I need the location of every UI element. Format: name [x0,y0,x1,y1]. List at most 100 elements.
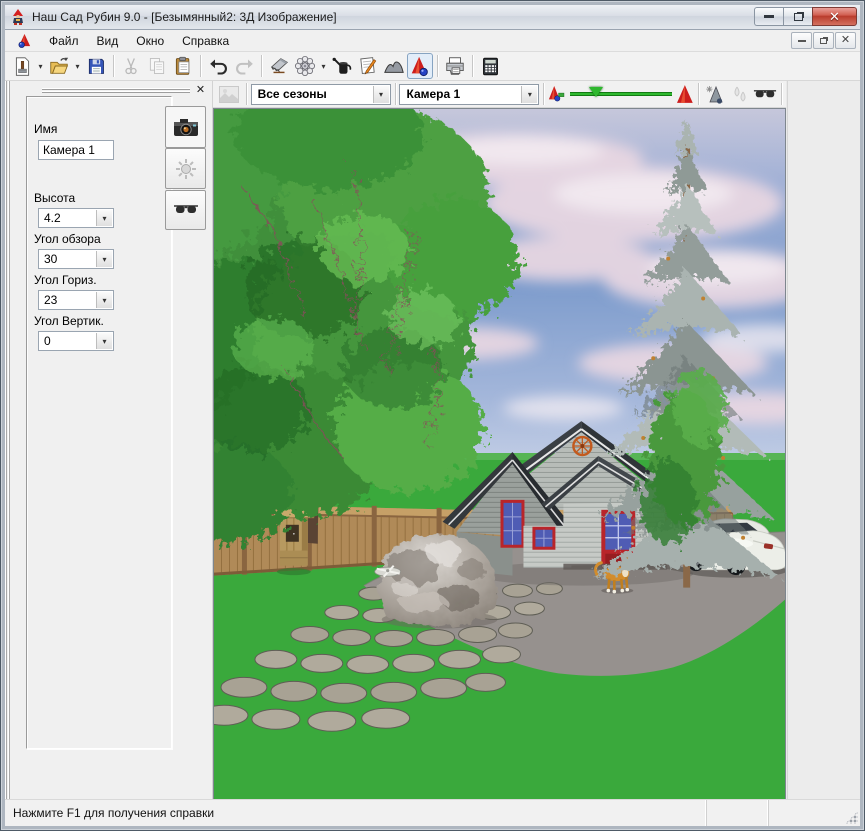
title-bar[interactable]: Наш Сад Рубин 9.0 - [Безымянный2: 3Д Изо… [5,5,860,30]
cut-scissors-icon [121,56,141,76]
new-project-button[interactable] [9,53,35,79]
toolbar-separator [781,83,782,105]
fov-combo[interactable]: 30 ▾ [38,249,114,269]
toolbar-separator [395,83,396,105]
view-toolbar: Все сезоны ▾ Камера 1 ▾ [213,81,786,108]
paste-button[interactable] [170,53,196,79]
panel-close-button[interactable]: ✕ [194,83,207,96]
restore-icon [794,13,803,21]
mdi-restore-button[interactable] [813,32,834,49]
calculator-button[interactable] [477,53,503,79]
undo-icon [208,56,229,77]
plant-care-button[interactable] [329,53,355,79]
undo-button[interactable] [205,53,231,79]
plant-library-dropdown[interactable]: ▾ [318,53,329,79]
combo-arrow-icon[interactable]: ▾ [96,251,112,267]
plant-library-button[interactable] [292,53,318,79]
mdi-minimize-button[interactable] [791,32,812,49]
redo-button[interactable] [231,53,257,79]
combo-arrow-icon[interactable]: ▾ [96,292,112,308]
season-combo[interactable]: Все сезоны ▾ [251,84,391,105]
viewport-3d[interactable] [213,108,786,801]
printer-icon [444,55,466,77]
slider-thumb[interactable] [589,87,603,97]
mdi-close-icon: ✕ [841,35,850,46]
view-3d-cone-icon [409,55,431,77]
app-gnome-icon [10,9,26,25]
toolbar-separator [200,55,201,77]
resize-grip[interactable] [845,811,858,824]
terrain-hill-icon [383,55,405,77]
toolbar-separator [437,55,438,77]
svg-text:✳: ✳ [706,85,713,94]
mdi-close-button[interactable]: ✕ [835,32,856,49]
day-start-cone-icon [548,85,566,103]
open-project-button[interactable] [46,53,72,79]
combo-arrow-icon[interactable]: ▾ [96,333,112,349]
window-title: Наш Сад Рубин 9.0 - [Безымянный2: 3Д Изо… [32,10,337,24]
open-project-dropdown[interactable]: ▾ [72,53,83,79]
client-area: ✕ Имя Высота 4.2 ▾ Угол обзора 30 ▾ Угол… [5,81,860,799]
mdi-background [787,81,860,799]
maximize-button[interactable] [783,7,812,26]
panel-drag-grip[interactable] [42,88,190,93]
print-button[interactable] [442,53,468,79]
save-button[interactable] [83,53,109,79]
h-angle-label: Угол Гориз. [34,273,97,287]
small-red-window[interactable] [532,527,555,550]
view-3d-button[interactable] [407,53,433,79]
tab-light[interactable] [165,148,206,189]
time-of-day-slider[interactable] [570,90,672,98]
name-label: Имя [34,122,57,136]
v-angle-combo[interactable]: 0 ▾ [38,331,114,351]
status-pane [706,800,768,826]
redo-icon [234,56,255,77]
paste-icon [173,56,193,76]
combo-arrow-icon[interactable]: ▾ [96,210,112,226]
menu-help[interactable]: Справка [173,31,238,51]
menu-view[interactable]: Вид [88,31,128,51]
cut-button[interactable] [118,53,144,79]
camera-select-value: Камера 1 [406,87,460,101]
v-angle-label: Угол Вертик. [34,314,104,328]
close-button[interactable]: ✕ [812,7,857,26]
rain-drops-icon [731,85,749,104]
snow-button[interactable]: ✳ [703,83,728,106]
shadows-button[interactable] [752,83,777,106]
terrain-editor-button[interactable] [381,53,407,79]
rain-button[interactable] [728,83,753,106]
toolbar-separator [246,83,247,105]
v-angle-value: 0 [44,334,51,348]
tall-red-window[interactable] [500,500,524,548]
combo-arrow-icon[interactable]: ▾ [521,86,537,103]
camera-name-input[interactable] [38,140,114,160]
snow-cone-icon: ✳ [705,85,725,104]
plan-editor-button[interactable] [266,53,292,79]
camera-select-combo[interactable]: Камера 1 ▾ [399,84,539,105]
panel-side-grip[interactable] [5,81,12,799]
close-icon: ✕ [829,9,840,25]
slider-rail[interactable] [570,92,672,96]
menu-window[interactable]: Окно [127,31,173,51]
plan-editor-icon [268,55,290,77]
notes-button[interactable] [355,53,381,79]
fov-value: 30 [44,252,57,266]
minimize-button[interactable] [754,7,783,26]
background-image-button[interactable] [217,83,242,106]
status-message: Нажмите F1 для получения справки [5,806,706,820]
height-combo[interactable]: 4.2 ▾ [38,208,114,228]
tab-shadows[interactable] [165,190,206,230]
copy-icon [147,56,167,76]
new-project-dropdown[interactable]: ▾ [35,53,46,79]
sunglasses-icon [753,87,777,102]
background-image-icon [219,86,239,103]
toolbar-separator [543,83,544,105]
menu-file[interactable]: Файл [40,31,88,51]
copy-button[interactable] [144,53,170,79]
tab-camera[interactable] [165,106,206,148]
watering-can-icon [331,55,353,77]
garden-scene[interactable] [214,109,785,800]
camera-icon [172,116,200,138]
h-angle-combo[interactable]: 23 ▾ [38,290,114,310]
combo-arrow-icon[interactable]: ▾ [373,86,389,103]
